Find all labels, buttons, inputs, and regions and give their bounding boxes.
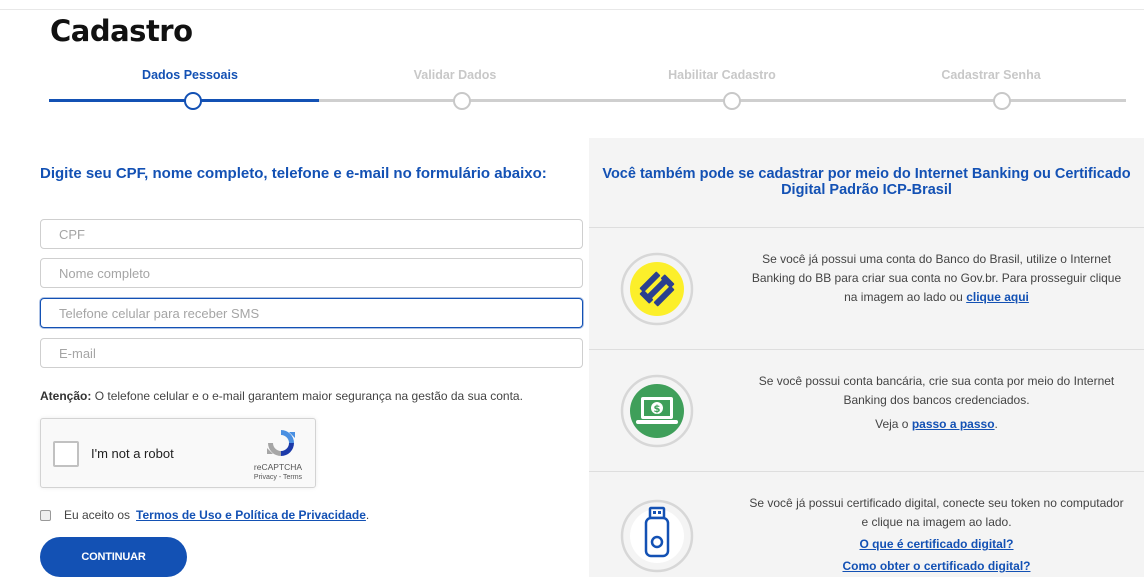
terms-acceptance: Eu aceito os Termos de Uso e Política de… (40, 508, 369, 522)
phone-input[interactable] (40, 298, 583, 328)
how-to-get-certificate-link[interactable]: Como obter o certificado digital? (842, 559, 1030, 573)
banco-do-brasil-icon[interactable] (619, 251, 695, 327)
recaptcha-widget: I'm not a robot reCAPTCHA Privacy - Term… (40, 418, 316, 488)
recaptcha-link-separator: - (278, 474, 282, 481)
cert-option-text: Se você já possui certificado digital, c… (749, 494, 1124, 576)
attention-label: Atenção: (40, 389, 92, 403)
recaptcha-checkbox[interactable] (53, 441, 79, 467)
banks-see-line: Veja o passo a passo. (749, 415, 1124, 434)
continue-button[interactable]: CONTINUAR (40, 537, 187, 577)
banks-option-text: Se você possui conta bancária, crie sua … (749, 372, 1124, 434)
step-label-cadastrar-senha: Cadastrar Senha (941, 68, 1041, 82)
bb-description: Se você já possui uma conta do Banco do … (751, 252, 1122, 304)
step-dot-2 (453, 92, 471, 110)
banks-see-suffix: . (994, 417, 998, 431)
banks-see-prefix: Veja o (875, 417, 909, 431)
recaptcha-logo-icon (267, 430, 295, 456)
top-divider (0, 9, 1144, 10)
usb-token-icon[interactable] (619, 498, 695, 574)
cpf-input[interactable] (40, 219, 583, 249)
divider (589, 227, 1144, 228)
step-dot-1 (184, 92, 202, 110)
internet-banking-icon[interactable]: $ (619, 373, 695, 449)
terms-prefix: Eu aceito os (64, 508, 131, 522)
recaptcha-links: Privacy - Terms (253, 474, 303, 481)
step-label-validar-dados: Validar Dados (413, 68, 497, 82)
recaptcha-terms-link[interactable]: Terms (283, 474, 302, 481)
alternatives-heading: Você também pode se cadastrar por meio d… (602, 166, 1131, 198)
recaptcha-privacy-link[interactable]: Privacy (254, 474, 277, 481)
bb-option-text: Se você já possui uma conta do Banco do … (749, 250, 1124, 307)
name-input[interactable] (40, 258, 583, 288)
divider (589, 349, 1144, 350)
step-label-dados-pessoais: Dados Pessoais (142, 68, 238, 82)
step-dot-3 (723, 92, 741, 110)
cert-description: Se você já possui certificado digital, c… (749, 496, 1124, 529)
step-by-step-link[interactable]: passo a passo (912, 417, 995, 431)
terms-checkbox[interactable] (40, 509, 51, 521)
page-title: Cadastro (50, 14, 193, 48)
attention-note: Atenção: O telefone celular e o e-mail g… (40, 389, 523, 403)
step-label-habilitar-cadastro: Habilitar Cadastro (668, 68, 776, 82)
divider (589, 471, 1144, 472)
terms-link[interactable]: Termos de Uso e Política de Privacidade (136, 508, 366, 522)
terms-suffix: . (365, 508, 370, 522)
step-dot-4 (993, 92, 1011, 110)
form-heading: Digite seu CPF, nome completo, telefone … (40, 165, 547, 182)
banks-description: Se você possui conta bancária, crie sua … (758, 374, 1115, 407)
bb-click-here-link[interactable]: clique aqui (966, 290, 1029, 304)
recaptcha-brand: reCAPTCHA (253, 462, 303, 472)
attention-text: O telefone celular e o e-mail garantem m… (94, 389, 523, 403)
email-input[interactable] (40, 338, 583, 368)
what-is-certificate-link[interactable]: O que é certificado digital? (859, 537, 1013, 551)
svg-text:$: $ (654, 404, 661, 415)
recaptcha-label: I'm not a robot (91, 446, 174, 461)
alternatives-panel: Você também pode se cadastrar por meio d… (589, 138, 1144, 577)
